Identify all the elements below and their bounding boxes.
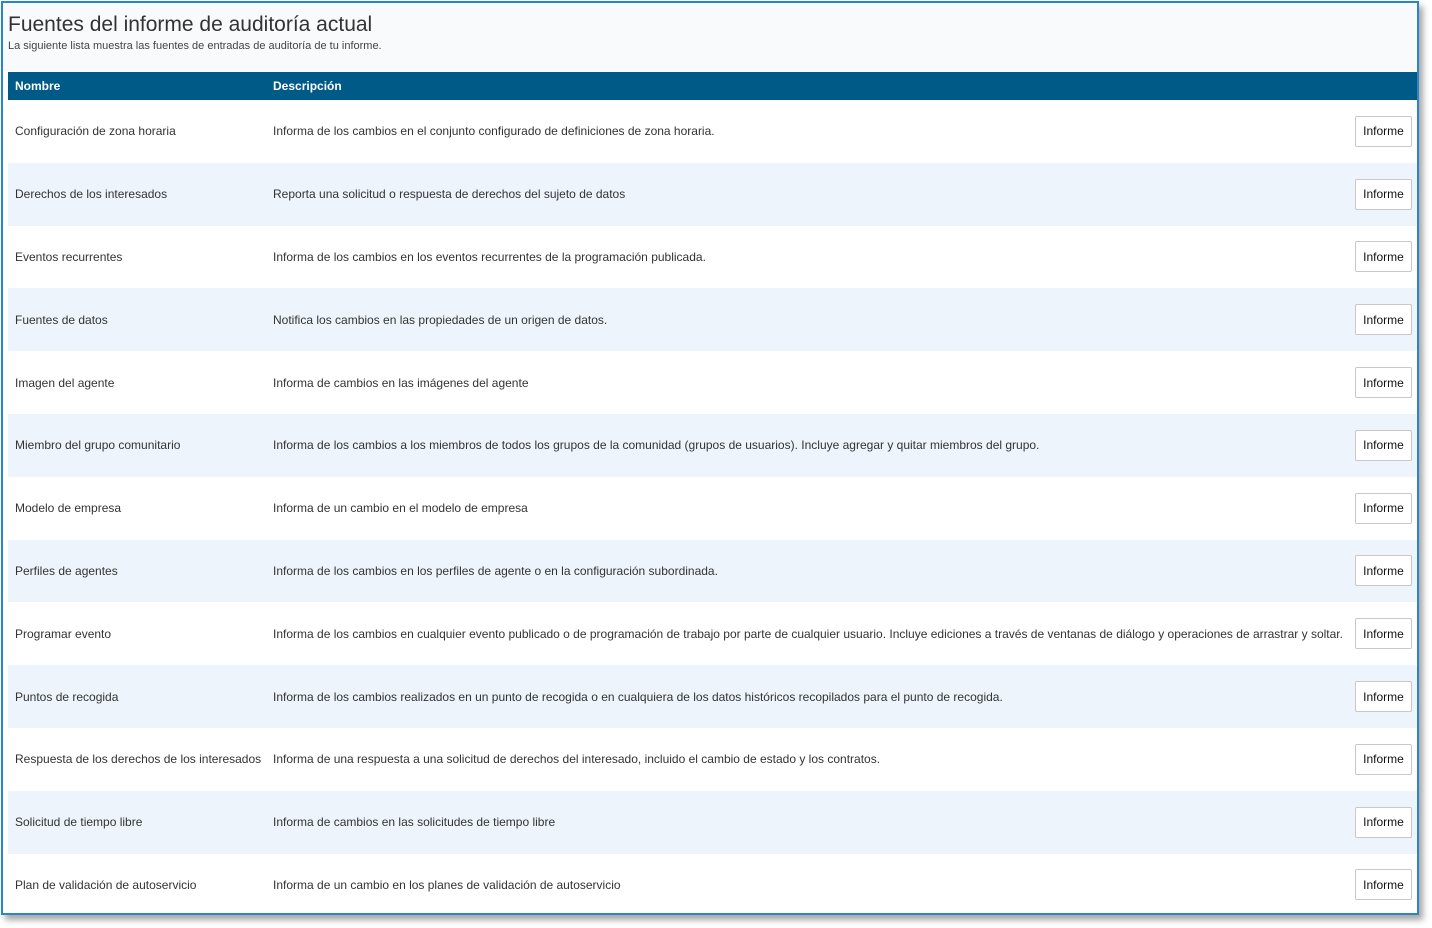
table-row: Programar evento Informa de los cambios e… — [8, 602, 1417, 665]
table-row: Modelo de empresa Informa de un cambio en… — [8, 477, 1417, 540]
report-cell: Informe — [1355, 618, 1417, 650]
source-name: Solicitud de tiempo libre — [15, 815, 143, 830]
source-name: Configuración de zona horaria — [15, 124, 176, 139]
report-button[interactable]: Informe — [1355, 806, 1412, 838]
source-name: Modelo de empresa — [15, 501, 122, 516]
report-cell: Informe — [1355, 743, 1417, 775]
column-header-description: Descripción — [273, 79, 342, 93]
table-row: Fuentes de datos Notifica los cambios en … — [8, 288, 1417, 352]
report-button[interactable]: Informe — [1355, 743, 1412, 775]
report-button[interactable]: Informe — [1355, 492, 1412, 524]
report-cell: Informe — [1355, 367, 1417, 399]
report-button[interactable]: Informe — [1355, 304, 1412, 336]
source-description: Informa de cambios en las solicitudes de… — [273, 815, 556, 830]
report-button[interactable]: Informe — [1355, 555, 1412, 587]
page-subtitle: La siguiente lista muestra las fuentes d… — [8, 40, 382, 52]
table-row: Puntos de recogida Informa de los cambios… — [8, 665, 1417, 728]
report-cell: Informe — [1355, 178, 1417, 210]
table-body: Configuración de zona horaria Informa de … — [8, 100, 1417, 913]
source-name: Puntos de recogida — [15, 689, 119, 704]
report-cell: Informe — [1355, 492, 1417, 524]
source-name: Programar evento — [15, 626, 112, 641]
table-row: Configuración de zona horaria Informa de … — [8, 100, 1417, 163]
page-header: Fuentes del informe de auditoría actual … — [3, 3, 1417, 71]
table-row: Miembro del grupo comunitario Informa de … — [8, 413, 1417, 477]
source-name: Miembro del grupo comunitario — [15, 438, 181, 453]
report-cell: Informe — [1355, 555, 1417, 587]
report-button[interactable]: Informe — [1355, 681, 1412, 713]
table-row: Plan de validación de autoservicio Inform… — [8, 854, 1417, 913]
source-description: Reporta una solicitud o respuesta de der… — [273, 187, 626, 202]
report-button[interactable]: Informe — [1355, 367, 1412, 399]
source-name: Imagen del agente — [15, 375, 115, 390]
source-name: Plan de validación de autoservicio — [15, 877, 197, 892]
report-button[interactable]: Informe — [1355, 115, 1412, 147]
source-description: Informa de un cambio en el modelo de emp… — [273, 501, 528, 516]
report-cell: Informe — [1355, 869, 1417, 901]
source-description: Informa de los cambios en los perfiles d… — [273, 563, 718, 578]
source-name: Fuentes de datos — [15, 312, 108, 327]
source-description: Informa de cambios en las imágenes del a… — [273, 375, 529, 390]
source-description: Informa de los cambios en los eventos re… — [273, 249, 706, 264]
report-button[interactable]: Informe — [1355, 869, 1412, 901]
report-button[interactable]: Informe — [1355, 429, 1412, 461]
report-button[interactable]: Informe — [1355, 178, 1412, 210]
source-name: Respuesta de los derechos de los interes… — [15, 752, 262, 767]
table-row: Perfiles de agentes Informa de los cambio… — [8, 539, 1417, 603]
source-description: Informa de un cambio en los planes de va… — [273, 877, 621, 892]
report-button[interactable]: Informe — [1355, 618, 1412, 650]
column-header-name: Nombre — [15, 79, 61, 93]
source-description: Informa de los cambios en cualquier even… — [273, 626, 1343, 641]
source-name: Eventos recurrentes — [15, 249, 123, 264]
source-name: Derechos de los interesados — [15, 187, 168, 202]
report-cell: Informe — [1355, 304, 1417, 336]
report-cell: Informe — [1355, 681, 1417, 713]
table-row: Imagen del agente Informa de cambios en l… — [8, 351, 1417, 414]
source-description: Informa de los cambios a los miembros de… — [273, 438, 1040, 453]
report-cell: Informe — [1355, 241, 1417, 273]
table-header: Nombre Descripción — [8, 72, 1417, 100]
source-description: Informa de los cambios realizados en un … — [273, 689, 1003, 704]
report-cell: Informe — [1355, 429, 1417, 461]
source-description: Informa de una respuesta a una solicitud… — [273, 752, 881, 767]
source-description: Informa de los cambios en el conjunto co… — [273, 124, 715, 139]
page-title: Fuentes del informe de auditoría actual — [8, 13, 373, 36]
source-name: Perfiles de agentes — [15, 563, 118, 578]
table-row: Respuesta de los derechos de los interes… — [8, 728, 1417, 791]
report-cell: Informe — [1355, 806, 1417, 838]
table-row: Eventos recurrentes Informa de los cambio… — [8, 226, 1417, 289]
report-cell: Informe — [1355, 115, 1417, 147]
audit-sources-panel: Fuentes del informe de auditoría actual … — [1, 1, 1419, 915]
table-row: Derechos de los interesados Reporta una s… — [8, 162, 1417, 226]
report-button[interactable]: Informe — [1355, 241, 1412, 273]
table-row: Solicitud de tiempo libre Informa de camb… — [8, 790, 1417, 854]
audit-sources-table: Nombre Descripción Configuración de zona… — [8, 72, 1417, 913]
source-description: Notifica los cambios en las propiedades … — [273, 312, 608, 327]
